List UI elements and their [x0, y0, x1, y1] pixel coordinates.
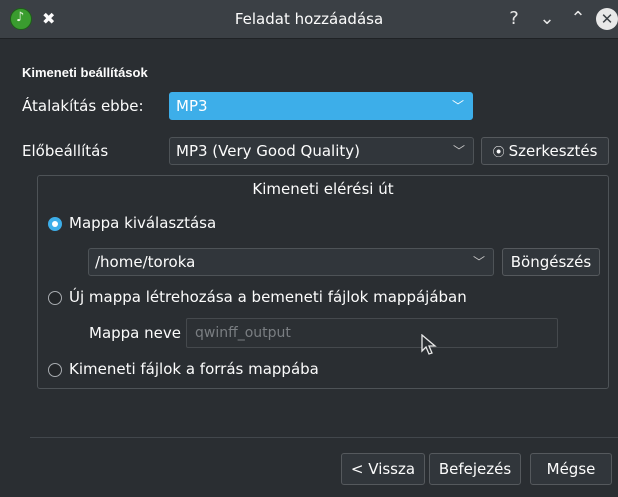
close-button[interactable]: ✕ — [596, 8, 618, 30]
group-title: Kimeneti elérési út — [252, 180, 394, 198]
preset-select[interactable]: MP3 (Very Good Quality) ﹀ — [169, 137, 474, 165]
source-folder-label[interactable]: Kimeneti fájlok a forrás mappába — [69, 360, 319, 378]
folder-path-value: /home/toroka — [95, 253, 196, 271]
window-title: Feladat hozzáadása — [234, 10, 384, 28]
title-bar: ✖ Feladat hozzáadása ? ⌄ ⌃ ✕ — [0, 0, 618, 39]
help-button[interactable]: ? — [503, 0, 525, 38]
choose-folder-radio[interactable] — [48, 217, 62, 231]
new-folder-label[interactable]: Új mappa létrehozása a bemeneti fájlok m… — [69, 288, 467, 306]
back-button[interactable]: < Vissza — [341, 453, 425, 485]
chevron-down-icon: ﹀ — [472, 255, 485, 269]
browse-button[interactable]: Böngészés — [502, 248, 600, 276]
convert-format-value: MP3 — [176, 97, 208, 115]
source-folder-radio[interactable] — [48, 363, 62, 377]
maximize-button[interactable]: ⌃ — [567, 0, 589, 38]
section-title: Kimeneti beállítások — [22, 65, 148, 80]
choose-folder-label[interactable]: Mappa kiválasztása — [69, 214, 216, 232]
edit-preset-button[interactable]: ⦿ Szerkesztés — [481, 137, 609, 165]
minimize-button[interactable]: ⌄ — [536, 0, 558, 38]
cancel-button[interactable]: Mégse — [530, 453, 612, 485]
footer-separator — [30, 437, 618, 438]
preset-value: MP3 (Very Good Quality) — [176, 142, 361, 160]
convert-label: Átalakítás ebbe: — [22, 97, 144, 115]
chevron-down-icon: ﹀ — [451, 99, 464, 113]
convert-format-select[interactable]: MP3 ﹀ — [169, 92, 473, 120]
folder-path-select[interactable]: /home/toroka ﹀ — [88, 248, 494, 276]
new-folder-radio[interactable] — [48, 291, 62, 305]
preset-label: Előbeállítás — [22, 142, 109, 160]
folder-name-input[interactable]: qwinff_output — [186, 318, 558, 348]
finish-button[interactable]: Befejezés — [429, 453, 521, 485]
mouse-pointer-icon — [421, 334, 437, 355]
edit-button-label: Szerkesztés — [508, 142, 598, 160]
folder-name-label: Mappa neve — [89, 324, 181, 342]
edit-icon: ⦿ — [492, 145, 505, 159]
chevron-down-icon: ﹀ — [452, 144, 465, 158]
output-path-group — [37, 175, 609, 389]
